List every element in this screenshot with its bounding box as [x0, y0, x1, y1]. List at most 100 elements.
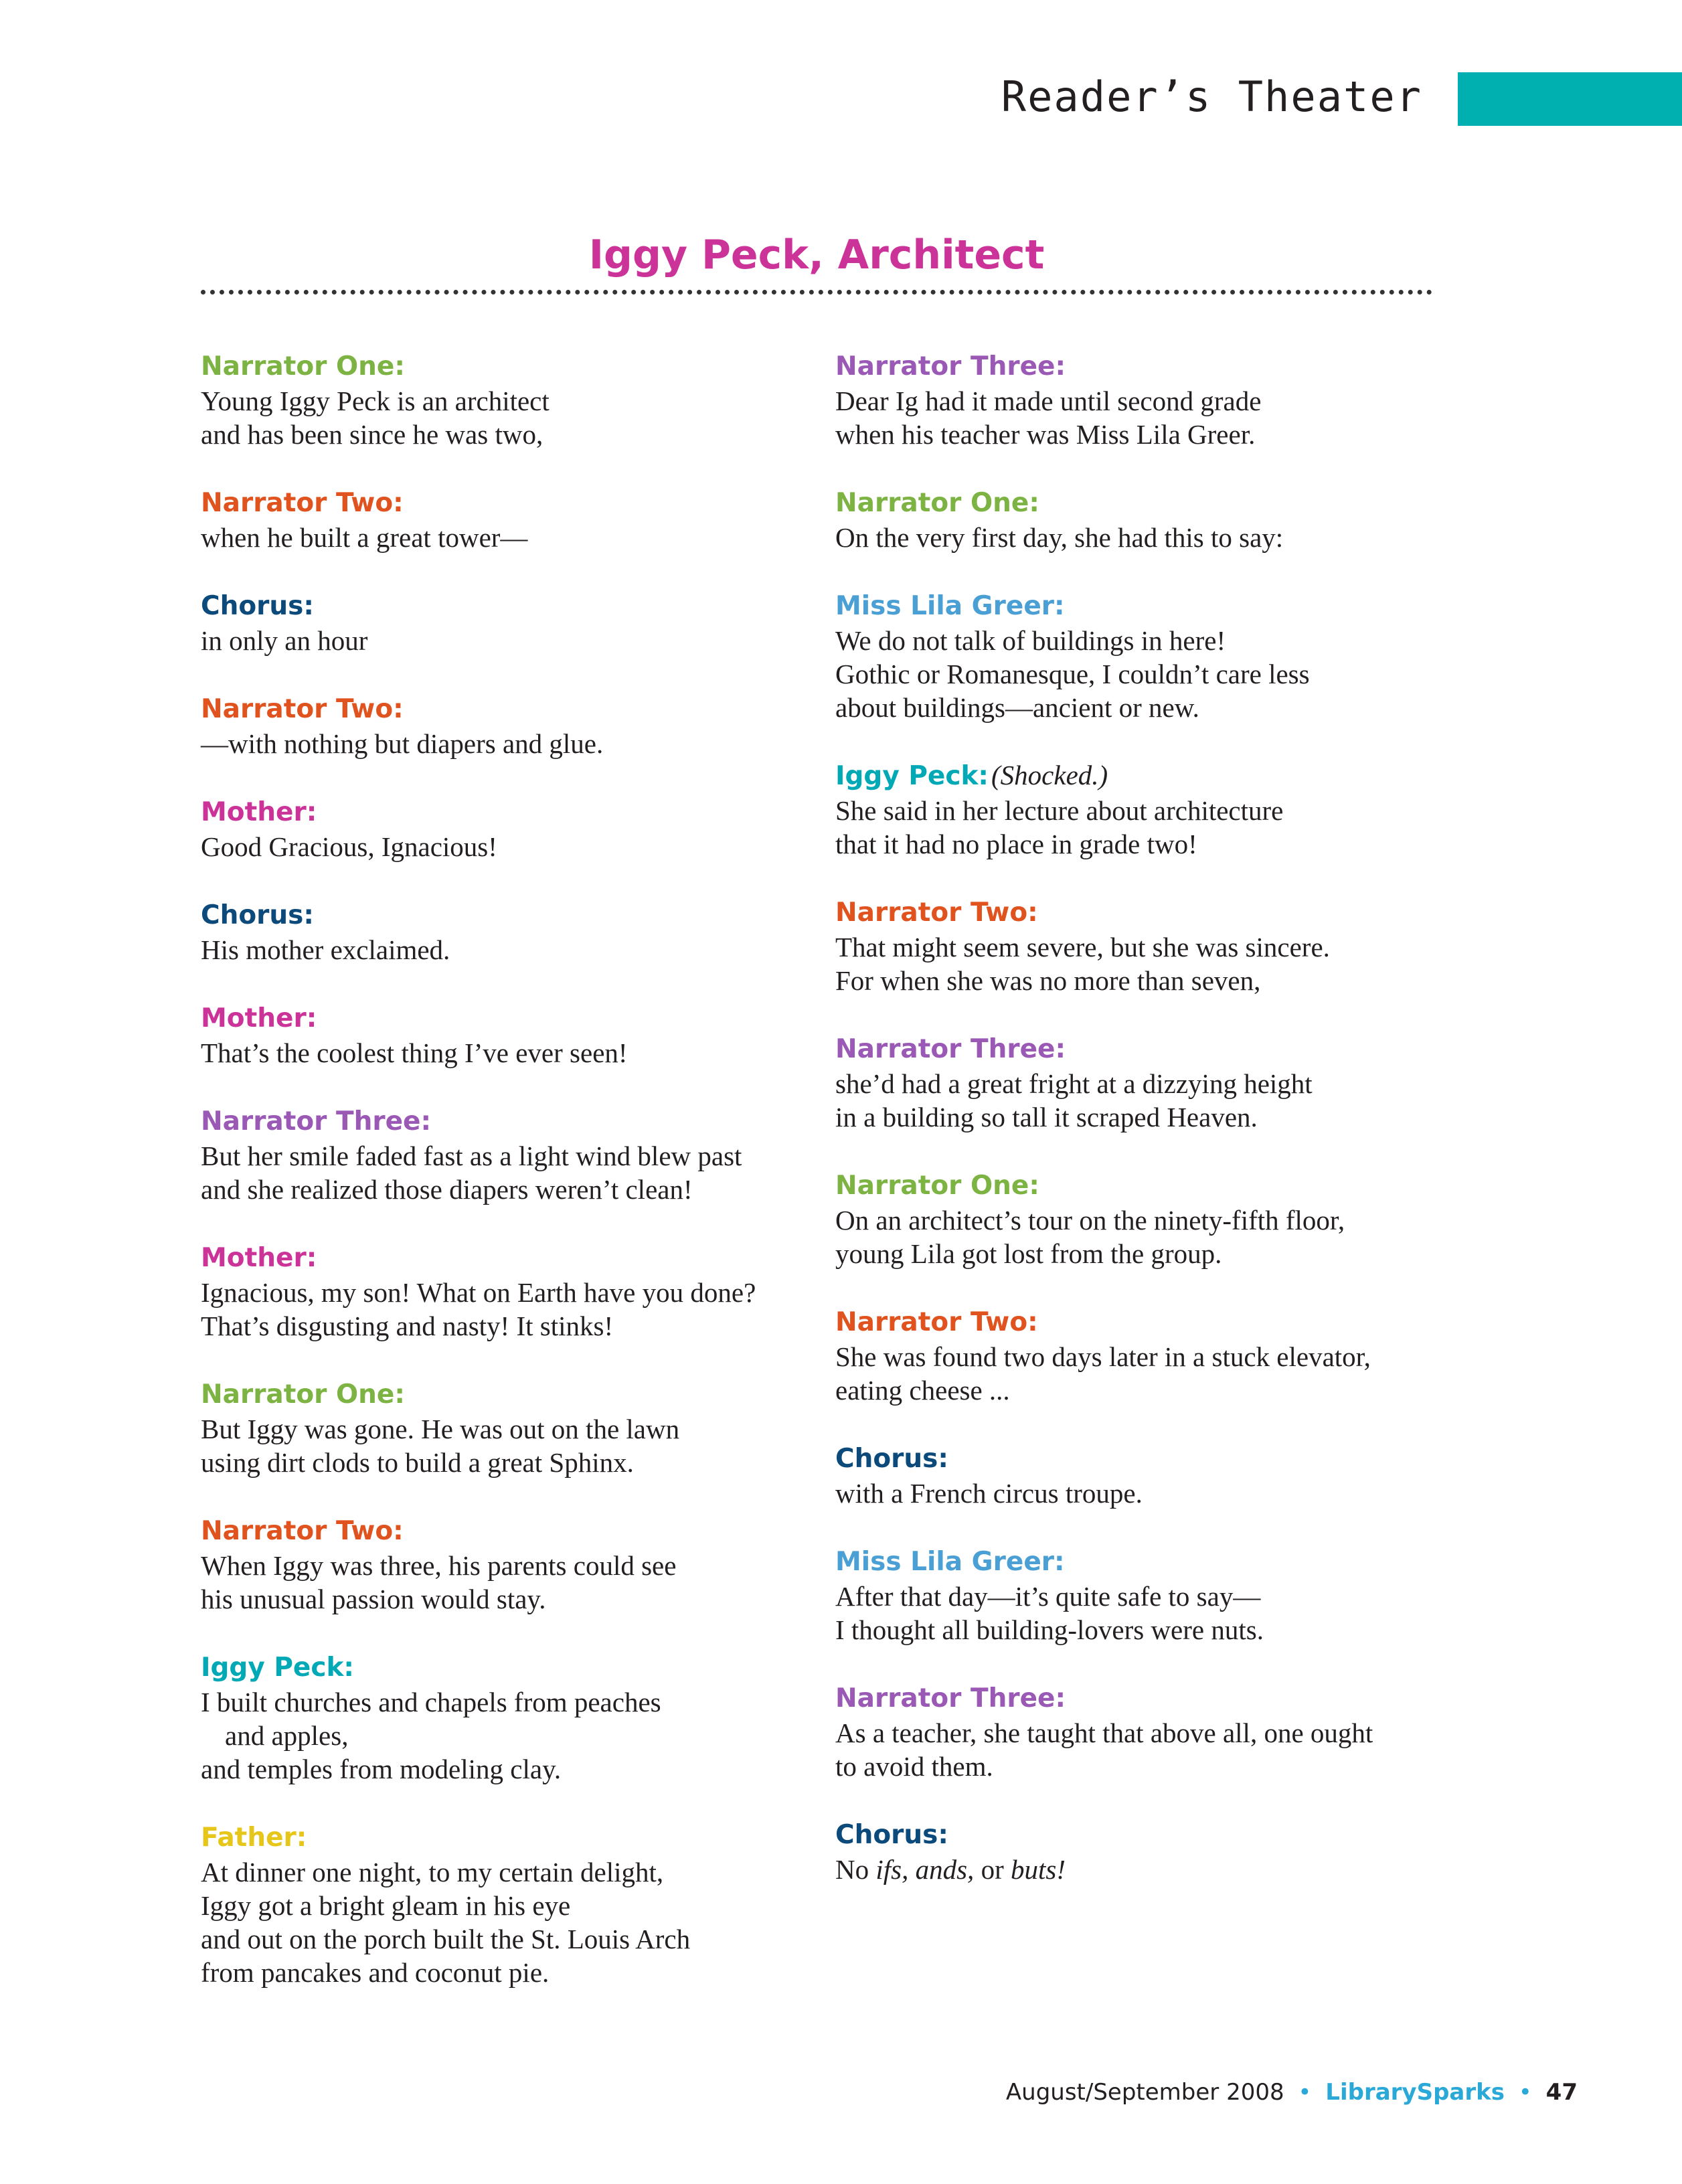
speaker-name: Narrator Three:	[835, 1683, 1066, 1713]
speaker-name: Miss Lila Greer:	[835, 591, 1065, 621]
speaker-name: Miss Lila Greer:	[835, 1547, 1065, 1577]
dialogue-block: Mother: Ignacious, my son! What on Earth …	[201, 1241, 803, 1343]
dialogue-block: Chorus: No ifs, ands, or buts!	[835, 1818, 1438, 1886]
accent-bar	[1458, 72, 1682, 126]
speaker-name: Narrator Three:	[201, 1106, 432, 1137]
speaker-name: Iggy Peck:	[201, 1653, 355, 1683]
dialogue-line: when he built a great tower—	[201, 522, 528, 553]
speaker-line: Chorus:	[835, 1818, 1438, 1853]
speaker-line: Mother:	[201, 795, 803, 830]
dialogue-line: I built churches and chapels from peache…	[201, 1687, 661, 1717]
speaker-name: Narrator One:	[835, 1171, 1039, 1201]
dialogue-line: After that day—it’s quite safe to say—	[835, 1581, 1261, 1612]
speaker-name: Mother:	[201, 1003, 317, 1033]
speaker-name: Narrator Two:	[835, 1307, 1038, 1337]
dialogue-line: and apples,	[225, 1720, 349, 1751]
speaker-name: Iggy Peck:	[835, 761, 989, 791]
dialogue-line: Iggy got a bright gleam in his eye	[201, 1890, 571, 1921]
dialogue-block: Father: At dinner one night, to my certai…	[201, 1821, 803, 1989]
dialogue-line: We do not talk of buildings in here!	[835, 625, 1226, 656]
dialogue-block: Narrator Three: As a teacher, she taught …	[835, 1681, 1438, 1783]
speaker-name: Narrator Two:	[835, 898, 1038, 928]
speaker-line: Miss Lila Greer:	[835, 1545, 1438, 1580]
dialogue-line: No ifs, ands, or buts!	[835, 1854, 1066, 1885]
dialogue-line: As a teacher, she taught that above all,…	[835, 1717, 1373, 1748]
footer-separator: •	[1518, 2079, 1532, 2106]
speaker-line: Iggy Peck:	[201, 1651, 803, 1685]
dialogue-line: When Iggy was three, his parents could s…	[201, 1550, 677, 1581]
speaker-line: Narrator One:	[201, 349, 803, 384]
dialogue-block: Narrator Two: She was found two days late…	[835, 1305, 1438, 1407]
dialogue-line: But her smile faded fast as a light wind…	[201, 1141, 742, 1171]
speaker-line: Mother:	[201, 1001, 803, 1036]
speaker-line: Iggy Peck: (Shocked.)	[835, 759, 1438, 794]
dialogue-block: Chorus: with a French circus troupe.	[835, 1442, 1438, 1510]
speaker-line: Narrator Two:	[201, 1514, 803, 1549]
dialogue-block: Miss Lila Greer: After that day—it’s quit…	[835, 1545, 1438, 1647]
speaker-name: Narrator One:	[201, 1379, 405, 1410]
footer-publication: LibrarySparks	[1325, 2079, 1505, 2106]
dialogue-block: Narrator Two: That might seem severe, but…	[835, 896, 1438, 997]
dialogue-line: On the very first day, she had this to s…	[835, 522, 1284, 553]
footer-page-number: 47	[1545, 2079, 1578, 2106]
dialogue-block: Narrator Two: When Iggy was three, his pa…	[201, 1514, 803, 1616]
speaker-line: Narrator One:	[835, 486, 1438, 521]
dialogue-line: using dirt clods to build a great Sphinx…	[201, 1447, 634, 1478]
speaker-line: Narrator Two:	[835, 896, 1438, 930]
dialogue-block: Narrator One: On the very first day, she …	[835, 486, 1438, 554]
dialogue-line: and has been since he was two,	[201, 419, 543, 450]
speaker-name: Narrator Three:	[835, 351, 1066, 382]
speaker-line: Father:	[201, 1821, 803, 1855]
dialogue-line: On an architect’s tour on the ninety-fif…	[835, 1205, 1345, 1236]
speaker-name: Mother:	[201, 1243, 317, 1273]
speaker-name: Narrator One:	[835, 488, 1039, 518]
speaker-name: Narrator One:	[201, 351, 405, 382]
page-footer: August/September 2008 • LibrarySparks • …	[1006, 2079, 1578, 2106]
dialogue-line: That’s disgusting and nasty! It stinks!	[201, 1311, 614, 1341]
dialogue-block: Mother: Good Gracious, Ignacious!	[201, 795, 803, 863]
dialogue-line: His mother exclaimed.	[201, 934, 450, 965]
dialogue-line: —with nothing but diapers and glue.	[201, 728, 604, 759]
dialogue-line: and out on the porch built the St. Louis…	[201, 1924, 691, 1954]
script-column-right: Narrator Three: Dear Ig had it made until…	[835, 349, 1438, 1921]
speaker-line: Narrator Two:	[835, 1305, 1438, 1340]
dialogue-block: Narrator Three: Dear Ig had it made until…	[835, 349, 1438, 451]
speaker-line: Narrator One:	[201, 1377, 803, 1412]
dialogue-line: with a French circus troupe.	[835, 1478, 1143, 1509]
speaker-name: Narrator Three:	[835, 1034, 1066, 1064]
dialogue-line: She said in her lecture about architectu…	[835, 795, 1284, 826]
footer-issue: August/September 2008	[1005, 2079, 1284, 2106]
dialogue-line: She was found two days later in a stuck …	[835, 1341, 1371, 1372]
dialogue-line: Dear Ig had it made until second grade	[835, 386, 1262, 416]
speaker-line: Narrator Two:	[201, 692, 803, 727]
page-title: Iggy Peck, Architect	[588, 232, 1045, 278]
dialogue-line: when his teacher was Miss Lila Greer.	[835, 419, 1256, 450]
speaker-line: Narrator Three:	[835, 1032, 1438, 1067]
dialogue-line: That might seem severe, but she was sinc…	[835, 932, 1330, 962]
dialogue-line: Good Gracious, Ignacious!	[201, 831, 497, 862]
speaker-name: Narrator Two:	[201, 694, 404, 724]
dialogue-block: Iggy Peck: (Shocked.) She said in her lec…	[835, 759, 1438, 861]
dialogue-line: and temples from modeling clay.	[201, 1754, 562, 1784]
dialogue-line: I thought all building-lovers were nuts.	[835, 1614, 1264, 1645]
speaker-line: Narrator Three:	[201, 1104, 803, 1139]
stage-direction: (Shocked.)	[991, 760, 1108, 790]
dialogue-block: Narrator Three: But her smile faded fast …	[201, 1104, 803, 1206]
dialogue-line: from pancakes and coconut pie.	[201, 1957, 550, 1988]
speaker-name: Father:	[201, 1823, 307, 1853]
dialogue-line: That’s the coolest thing I’ve ever seen!	[201, 1037, 628, 1068]
section-header: Reader’s Theater	[1001, 72, 1422, 121]
speaker-line: Narrator One:	[835, 1169, 1438, 1203]
speaker-line: Miss Lila Greer:	[835, 589, 1438, 624]
speaker-line: Narrator Two:	[201, 486, 803, 521]
speaker-line: Mother:	[201, 1241, 803, 1276]
dialogue-line: Gothic or Romanesque, I couldn’t care le…	[835, 659, 1310, 689]
dialogue-line: For when she was no more than seven,	[835, 965, 1261, 996]
speaker-name: Chorus:	[201, 900, 314, 930]
dialogue-block: Narrator One: On an architect’s tour on t…	[835, 1169, 1438, 1270]
dialogue-block: Chorus: His mother exclaimed.	[201, 898, 803, 967]
dialogue-line: about buildings—ancient or new.	[835, 692, 1199, 723]
dialogue-line: and she realized those diapers weren’t c…	[201, 1174, 693, 1205]
dialogue-line: to avoid them.	[835, 1751, 993, 1782]
speaker-name: Chorus:	[835, 1820, 948, 1850]
